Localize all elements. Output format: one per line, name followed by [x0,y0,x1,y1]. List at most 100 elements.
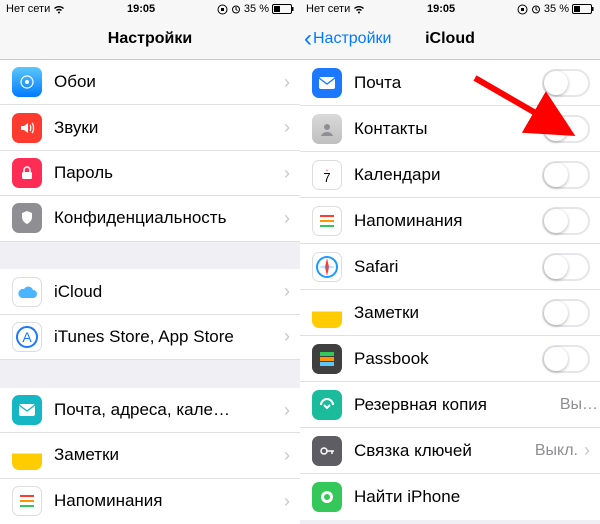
row-label: Звуки [54,118,280,138]
row-notes[interactable]: Заметки [300,290,600,336]
right-phone: Нет сети 19:05 35 % ‹ Настройки iCloud П… [300,0,600,524]
row-passcode[interactable]: Пароль › [0,151,300,196]
chevron-right-icon: › [280,72,300,93]
find-iphone-icon [312,482,342,512]
row-label: Напоминания [54,491,280,511]
row-value: Вы… [560,396,600,414]
nav-title: iCloud [425,30,475,48]
reminders-icon [312,206,342,236]
row-label: Заметки [54,445,280,465]
sounds-icon [12,113,42,143]
row-label: Safari [354,257,542,277]
row-label: Конфиденциальность [54,208,280,228]
row-icloud[interactable]: iCloud › [0,269,300,314]
row-passbook[interactable]: Passbook [300,336,600,382]
row-sounds[interactable]: Звуки › [0,105,300,150]
wifi-icon [53,5,65,14]
chevron-right-icon: › [280,208,300,229]
wallpaper-icon [12,67,42,97]
mail-icon [312,68,342,98]
carrier-label: Нет сети [6,3,50,15]
row-safari[interactable]: Safari [300,244,600,290]
row-label: Напоминания [354,211,542,231]
row-mail[interactable]: Почта [300,60,600,106]
safari-icon [312,252,342,282]
chevron-right-icon: › [280,163,300,184]
chevron-right-icon: › [580,440,600,461]
notes-icon [312,298,342,328]
row-notes[interactable]: Заметки › [0,433,300,478]
nav-bar: Настройки [0,18,300,60]
carrier-label: Нет сети [306,3,350,15]
status-time: 19:05 [127,3,155,15]
row-reminders[interactable]: Напоминания [300,198,600,244]
row-contacts[interactable]: Контакты [300,106,600,152]
keychain-icon [312,436,342,466]
backup-icon [312,390,342,420]
row-privacy[interactable]: Конфиденциальность › [0,196,300,241]
row-label: Почта [354,73,542,93]
row-mail-contacts-calendars[interactable]: Почта, адреса, кале… › [0,388,300,433]
row-label: iTunes Store, App Store [54,327,280,347]
chevron-right-icon: › [280,445,300,466]
left-phone: Нет сети 19:05 35 % Настройки Обои › Зву… [0,0,300,524]
chevron-right-icon: › [280,326,300,347]
nav-title: Настройки [108,30,192,48]
mail-toggle[interactable] [542,69,590,97]
back-label: Настройки [313,30,391,48]
calendar-icon: •7 [312,160,342,190]
row-label: Резервная копия [354,395,560,415]
row-label: iCloud [54,282,280,302]
passbook-toggle[interactable] [542,345,590,373]
status-bar: Нет сети 19:05 35 % [300,0,600,18]
row-keychain[interactable]: Связка ключей Выкл. › [300,428,600,474]
row-wallpaper[interactable]: Обои › [0,60,300,105]
battery-icon [272,4,294,14]
privacy-icon [12,203,42,233]
chevron-right-icon: › [280,281,300,302]
back-button[interactable]: ‹ Настройки [304,27,391,51]
settings-list: Обои › Звуки › Пароль › Конфиденциальнос… [0,60,300,524]
chevron-right-icon: › [280,400,300,421]
row-label: Связка ключей [354,441,535,461]
row-label: Passbook [354,349,542,369]
row-label: Обои [54,72,280,92]
row-reminders[interactable]: Напоминания › [0,479,300,524]
group-separator [0,360,300,388]
svg-text:7: 7 [323,170,330,185]
passbook-icon [312,344,342,374]
row-backup[interactable]: Резервная копия Вы… [300,382,600,428]
group-separator [0,242,300,270]
lock-icon [12,158,42,188]
contacts-icon [312,114,342,144]
chevron-right-icon: › [280,117,300,138]
reminders-icon [12,486,42,516]
status-bar: Нет сети 19:05 35 % [0,0,300,18]
status-time: 19:05 [427,3,455,15]
row-label: Пароль [54,163,280,183]
row-calendars[interactable]: •7 Календари [300,152,600,198]
alarm-icon [231,4,241,14]
chevron-right-icon: › [280,491,300,512]
mail-icon [12,395,42,425]
lock-rotation-icon [217,4,228,15]
row-find-iphone[interactable]: Найти iPhone [300,474,600,520]
row-label: Найти iPhone [354,487,600,507]
row-value: Выкл. [535,442,580,460]
row-itunes-appstore[interactable]: A iTunes Store, App Store › [0,315,300,360]
wifi-icon [353,5,365,14]
appstore-icon: A [12,322,42,352]
notes-toggle[interactable] [542,299,590,327]
calendars-toggle[interactable] [542,161,590,189]
chevron-left-icon: ‹ [304,27,312,51]
icloud-icon [12,277,42,307]
reminders-toggle[interactable] [542,207,590,235]
row-label: Почта, адреса, кале… [54,400,280,420]
svg-text:A: A [22,329,32,345]
battery-percent: 35 % [544,3,569,15]
safari-toggle[interactable] [542,253,590,281]
row-label: Заметки [354,303,542,323]
icloud-list: Почта Контакты •7 Календари Напоминания [300,60,600,524]
contacts-toggle[interactable] [542,115,590,143]
battery-percent: 35 % [244,3,269,15]
